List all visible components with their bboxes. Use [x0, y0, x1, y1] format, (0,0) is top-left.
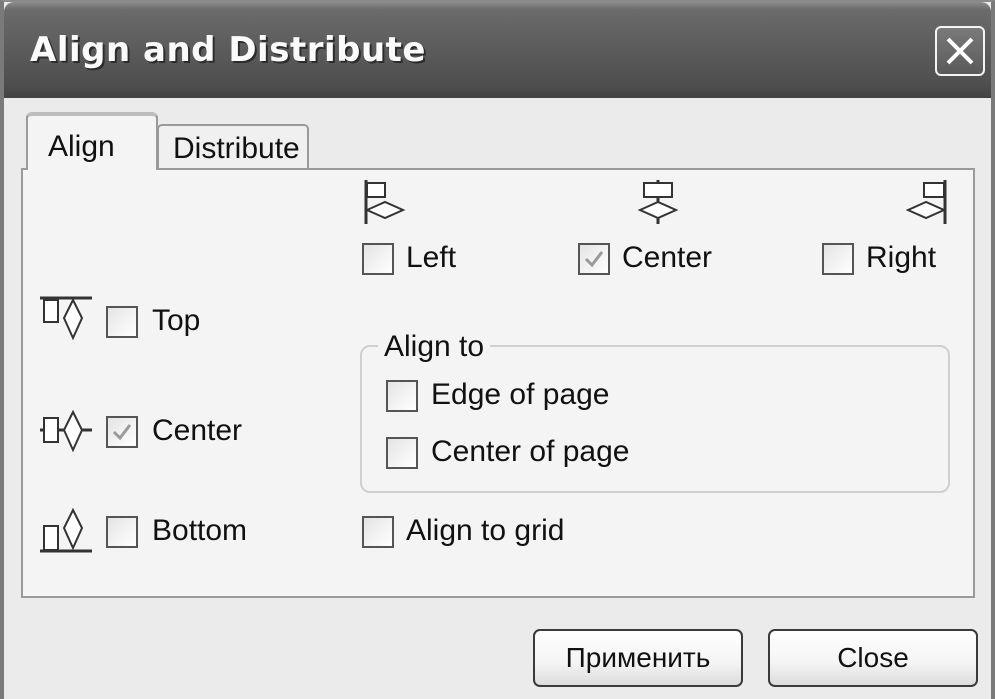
tab-align-label: Align — [48, 130, 115, 163]
align-center-horizontal-icon — [637, 180, 679, 224]
tab-distribute-label: Distribute — [173, 132, 300, 165]
align-to-legend: Align to — [378, 330, 491, 364]
right-label: Right — [866, 241, 937, 274]
apply-button[interactable]: Применить — [533, 629, 743, 687]
close-window-button[interactable] — [935, 26, 985, 76]
title-bar[interactable]: Align and Distribute — [4, 2, 991, 98]
top-checkbox[interactable] — [106, 306, 138, 338]
align-center-vertical-icon — [40, 409, 92, 453]
left-checkbox[interactable] — [362, 243, 394, 275]
align-right-icon — [905, 180, 947, 224]
horizontal-center-label: Center — [622, 241, 713, 274]
vertical-center-checkbox[interactable] — [106, 416, 138, 448]
close-icon — [946, 37, 974, 65]
checkmark-icon — [584, 251, 604, 268]
center-of-page-checkbox[interactable] — [386, 437, 418, 469]
bottom-checkbox[interactable] — [106, 516, 138, 548]
close-button[interactable]: Close — [768, 629, 978, 687]
align-top-icon — [40, 296, 92, 341]
align-to-grid-label: Align to grid — [406, 514, 565, 547]
center-of-page-label: Center of page — [431, 435, 630, 468]
horizontal-center-checkbox[interactable] — [578, 243, 610, 275]
top-label: Top — [152, 304, 201, 337]
checkmark-icon — [112, 424, 132, 441]
edge-of-page-label: Edge of page — [431, 378, 610, 411]
edge-of-page-checkbox[interactable] — [386, 380, 418, 412]
tab-align[interactable]: Align — [26, 112, 158, 170]
window-title: Align and Distribute — [30, 30, 426, 70]
align-to-group — [360, 345, 950, 493]
right-checkbox[interactable] — [822, 243, 854, 275]
align-to-grid-checkbox[interactable] — [362, 516, 394, 548]
left-label: Left — [406, 241, 457, 274]
align-left-icon — [364, 180, 406, 224]
vertical-center-label: Center — [152, 414, 243, 447]
bottom-label: Bottom — [152, 514, 248, 547]
tab-distribute[interactable]: Distribute — [157, 124, 309, 168]
align-bottom-icon — [40, 508, 92, 553]
